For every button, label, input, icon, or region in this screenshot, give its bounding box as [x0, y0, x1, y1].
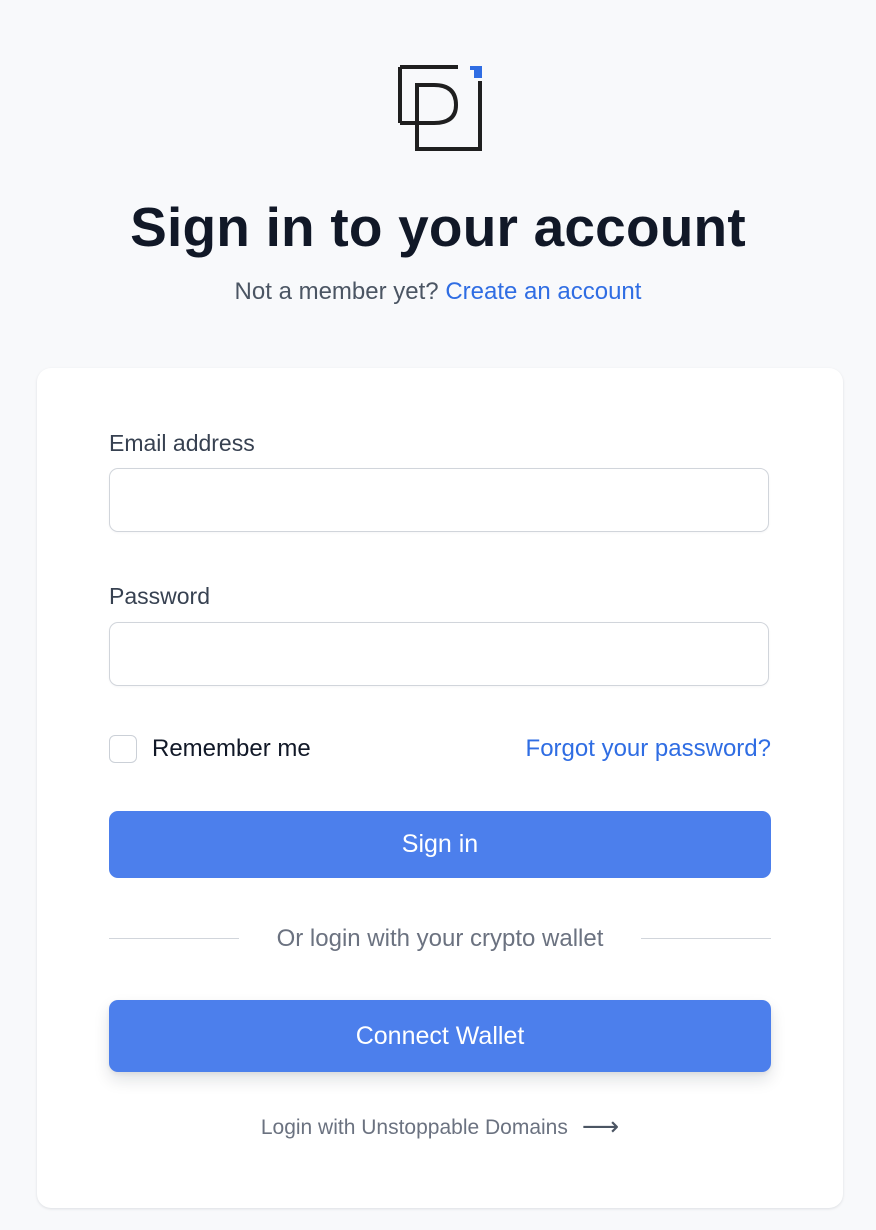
login-card: Email address Password Remember me Forgo…	[37, 368, 843, 1208]
logo-icon	[398, 65, 482, 151]
divider-text: Or login with your crypto wallet	[276, 925, 604, 952]
password-label: Password	[109, 583, 210, 609]
sign-in-button[interactable]: Sign in	[109, 811, 771, 878]
email-label: Email address	[109, 430, 255, 456]
page-title: Sign in to your account	[130, 196, 746, 258]
signup-prompt-text: Not a member yet?	[234, 278, 439, 305]
remember-me-label: Remember me	[152, 735, 311, 762]
arrow-right-icon: ⟶	[581, 1111, 620, 1141]
create-account-link[interactable]: Create an account	[445, 278, 641, 305]
unstoppable-domains-login-link[interactable]: Login with Unstoppable Domains ⟶	[37, 1111, 843, 1143]
unstoppable-domains-label: Login with Unstoppable Domains	[260, 1116, 568, 1139]
password-field[interactable]	[109, 622, 769, 686]
forgot-password-link[interactable]: Forgot your password?	[526, 734, 771, 764]
divider-right	[641, 938, 771, 939]
signup-prompt: Not a member yet? Create an account	[0, 276, 876, 308]
email-field[interactable]	[109, 468, 769, 532]
remember-me-checkbox[interactable]	[109, 735, 137, 763]
connect-wallet-button[interactable]: Connect Wallet	[109, 1000, 771, 1072]
